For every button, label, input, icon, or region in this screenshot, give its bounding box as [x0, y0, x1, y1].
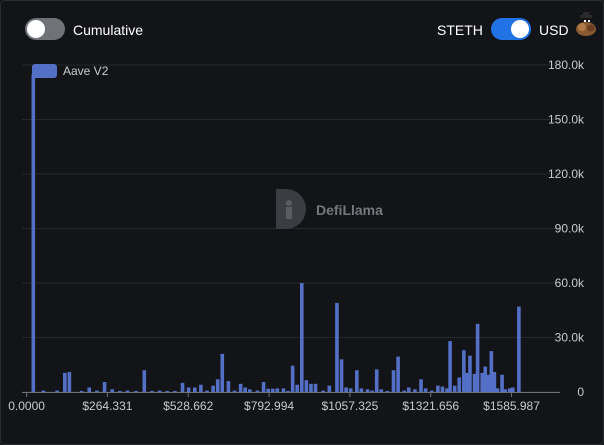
bar[interactable]	[457, 377, 462, 392]
bar[interactable]	[374, 369, 379, 392]
bar[interactable]	[186, 387, 191, 392]
bar[interactable]	[192, 387, 197, 392]
bar[interactable]	[379, 389, 384, 392]
chart-legend[interactable]: Aave V2	[32, 64, 109, 78]
legend-label-aave-v2[interactable]: Aave V2	[63, 64, 109, 78]
bar[interactable]	[63, 372, 67, 392]
bar[interactable]	[370, 390, 374, 392]
bar[interactable]	[180, 382, 185, 392]
y-tick-label: 90.0k	[555, 222, 585, 236]
bar[interactable]	[510, 387, 515, 392]
bar[interactable]	[270, 388, 275, 392]
bar[interactable]	[173, 390, 177, 392]
bar[interactable]	[396, 356, 400, 392]
bar[interactable]	[429, 390, 434, 392]
bar[interactable]	[125, 390, 130, 392]
bar[interactable]	[157, 390, 162, 392]
bar[interactable]	[55, 390, 59, 392]
bar[interactable]	[468, 355, 472, 392]
bar[interactable]	[95, 390, 99, 392]
watermark-text: DefiLlama	[316, 202, 383, 218]
bar[interactable]	[475, 323, 480, 392]
bar[interactable]	[102, 382, 107, 392]
bar[interactable]	[355, 370, 359, 392]
bar[interactable]	[359, 388, 364, 392]
bar[interactable]	[290, 365, 295, 392]
x-tick-label: $264.331	[82, 399, 132, 413]
bar[interactable]	[517, 306, 521, 392]
x-tick-label: $1585.987	[483, 399, 540, 413]
bar[interactable]	[299, 283, 304, 392]
bar[interactable]	[344, 387, 348, 392]
bar[interactable]	[266, 388, 270, 392]
bar[interactable]	[205, 390, 209, 392]
bar[interactable]	[348, 388, 353, 392]
bar[interactable]	[215, 379, 220, 392]
bar[interactable]	[226, 381, 231, 392]
bar[interactable]	[199, 384, 203, 392]
bar[interactable]	[402, 390, 407, 392]
bar[interactable]	[503, 389, 507, 392]
bar[interactable]	[385, 390, 390, 392]
y-tick-label: 0	[577, 385, 584, 399]
bar[interactable]	[423, 388, 428, 392]
bar[interactable]	[255, 390, 260, 392]
bar[interactable]	[391, 370, 396, 392]
bar[interactable]	[79, 390, 84, 392]
bar[interactable]	[67, 372, 72, 392]
bar[interactable]	[440, 386, 445, 392]
bar[interactable]	[448, 341, 452, 392]
bar[interactable]	[295, 384, 299, 392]
bar[interactable]	[275, 388, 280, 392]
bar[interactable]	[150, 390, 154, 392]
bar[interactable]	[238, 383, 243, 392]
bar[interactable]	[335, 302, 339, 392]
x-tick-label: $528.662	[163, 399, 213, 413]
bar[interactable]	[110, 389, 115, 392]
bar[interactable]	[243, 387, 248, 392]
bar[interactable]	[165, 390, 170, 392]
bar[interactable]	[134, 390, 138, 392]
bar[interactable]	[31, 74, 36, 392]
bar[interactable]	[261, 382, 266, 392]
bar[interactable]	[281, 388, 286, 392]
y-tick-label: 60.0k	[555, 276, 585, 290]
bar[interactable]	[327, 385, 332, 392]
bar[interactable]	[220, 353, 225, 392]
bar[interactable]	[419, 379, 423, 392]
x-tick-label: $1057.325	[322, 399, 379, 413]
x-tick-label: 0.0000	[8, 399, 45, 413]
bar[interactable]	[87, 387, 92, 392]
defillama-watermark: DefiLlama	[276, 189, 383, 229]
bar[interactable]	[286, 390, 290, 392]
tvl-bar-chart: DefiLlama 0 30.0k 60.0k 90.0k 120.0k 150.0k 18…	[8, 58, 585, 413]
bar[interactable]	[413, 389, 417, 392]
bar[interactable]	[118, 390, 122, 392]
bar[interactable]	[211, 385, 215, 392]
y-tick-label: 120.0k	[548, 167, 585, 181]
bar[interactable]	[495, 388, 500, 392]
bar[interactable]	[313, 383, 318, 392]
legend-swatch-aave-v2[interactable]	[32, 64, 57, 78]
x-tick-label: $1321.656	[402, 399, 459, 413]
y-tick-label: 180.0k	[548, 58, 585, 72]
bar[interactable]	[41, 390, 46, 392]
bar[interactable]	[309, 383, 313, 392]
bar[interactable]	[407, 387, 411, 392]
bar[interactable]	[232, 390, 237, 392]
bar[interactable]	[142, 370, 147, 392]
bar[interactable]	[436, 385, 440, 392]
y-tick-label: 150.0k	[548, 113, 585, 127]
y-tick-label: 30.0k	[555, 331, 585, 345]
bar[interactable]	[304, 380, 309, 392]
bar[interactable]	[248, 389, 252, 392]
bar[interactable]	[321, 390, 325, 392]
bar[interactable]	[339, 359, 344, 392]
bar[interactable]	[365, 389, 370, 392]
bar[interactable]	[452, 385, 457, 392]
x-tick-label: $792.994	[244, 399, 294, 413]
